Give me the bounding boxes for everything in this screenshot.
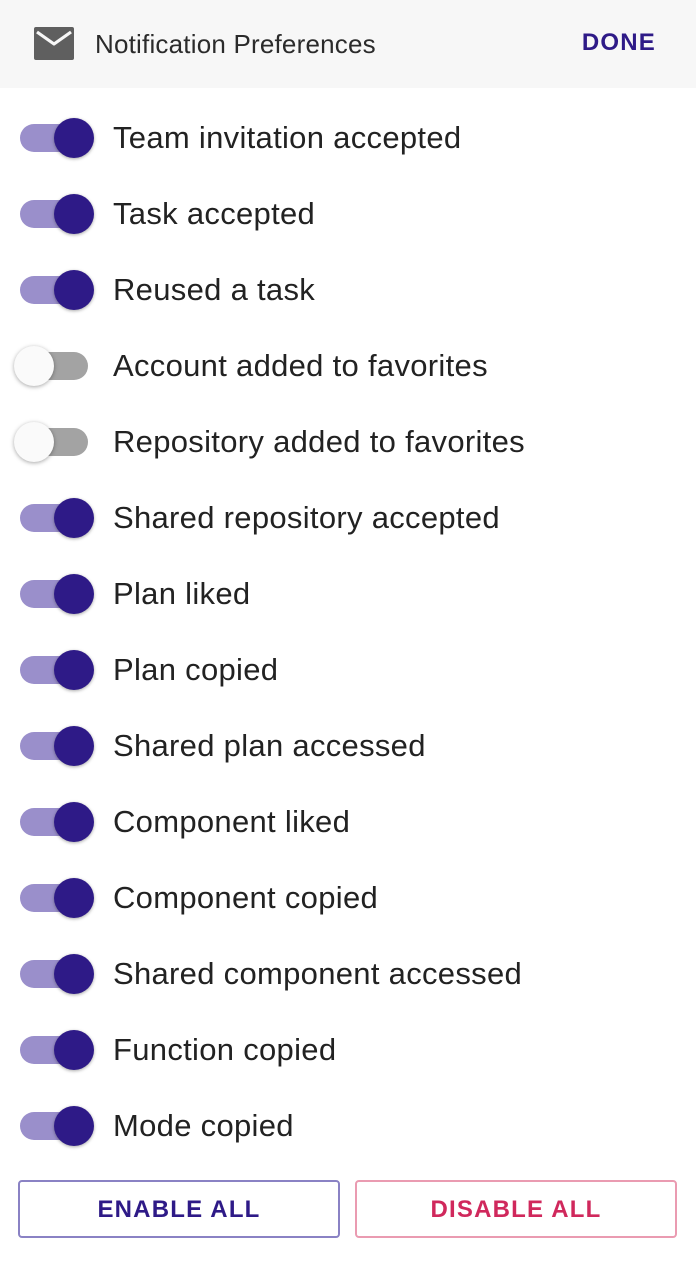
preference-row: Component liked [0, 784, 696, 860]
preference-toggle[interactable] [14, 422, 98, 462]
preference-row: Task accepted [0, 176, 696, 252]
preference-row: Function copied [0, 1012, 696, 1088]
app-bar: Notification Preferences DONE [0, 0, 696, 88]
preference-toggle[interactable] [14, 574, 98, 614]
preference-label: Component copied [113, 880, 379, 915]
preference-row: Mode copied [0, 1088, 696, 1164]
preference-row: Repository added to favorites [0, 404, 696, 480]
preference-label: Plan copied [113, 652, 279, 687]
preference-label: Shared plan accessed [113, 728, 426, 763]
preference-row: Shared component accessed [0, 936, 696, 1012]
preference-row: Team invitation accepted [0, 100, 696, 176]
preference-row: Component copied [0, 860, 696, 936]
preference-row: Reused a task [0, 252, 696, 328]
toggle-thumb [54, 1106, 94, 1146]
preference-toggle[interactable] [14, 498, 98, 538]
preference-label: Mode copied [113, 1108, 294, 1143]
toggle-thumb [14, 346, 54, 386]
preference-label: Component liked [113, 804, 351, 839]
preference-row: Shared plan accessed [0, 708, 696, 784]
preference-label: Shared repository accepted [113, 500, 500, 535]
toggle-thumb [54, 498, 94, 538]
toggle-thumb [54, 802, 94, 842]
preference-toggle[interactable] [14, 878, 98, 918]
preference-label: Account added to favorites [113, 348, 488, 383]
toggle-thumb [54, 118, 94, 158]
toggle-thumb [54, 1030, 94, 1070]
preference-row: Plan copied [0, 632, 696, 708]
preference-toggle[interactable] [14, 726, 98, 766]
preference-label: Shared component accessed [113, 956, 523, 991]
preference-label: Plan liked [113, 576, 251, 611]
preference-label: Reused a task [113, 272, 316, 307]
preference-toggle[interactable] [14, 802, 98, 842]
preference-label: Function copied [113, 1032, 337, 1067]
preference-list: Team invitation accepted Task accepted Reu… [0, 100, 696, 1164]
preference-label: Repository added to favorites [113, 424, 525, 459]
preference-toggle[interactable] [14, 1030, 98, 1070]
toggle-thumb [54, 194, 94, 234]
toggle-thumb [54, 574, 94, 614]
preference-toggle[interactable] [14, 1106, 98, 1146]
toggle-thumb [54, 650, 94, 690]
enable-all-button[interactable]: ENABLE ALL [18, 1180, 340, 1238]
toggle-thumb [54, 270, 94, 310]
toggle-thumb [14, 422, 54, 462]
preference-toggle[interactable] [14, 346, 98, 386]
toggle-thumb [54, 726, 94, 766]
page-title: Notification Preferences [95, 29, 376, 59]
preference-row: Plan liked [0, 556, 696, 632]
preference-toggle[interactable] [14, 118, 98, 158]
preference-label: Team invitation accepted [113, 120, 462, 155]
done-button[interactable]: DONE [582, 26, 656, 60]
preference-row: Shared repository accepted [0, 480, 696, 556]
preference-row: Account added to favorites [0, 328, 696, 404]
preference-toggle[interactable] [14, 954, 98, 994]
preference-toggle[interactable] [14, 194, 98, 234]
disable-all-button[interactable]: DISABLE ALL [355, 1180, 677, 1238]
preference-toggle[interactable] [14, 650, 98, 690]
mail-icon [34, 27, 74, 60]
toggle-thumb [54, 954, 94, 994]
toggle-thumb [54, 878, 94, 918]
preference-label: Task accepted [113, 196, 316, 231]
preference-toggle[interactable] [14, 270, 98, 310]
